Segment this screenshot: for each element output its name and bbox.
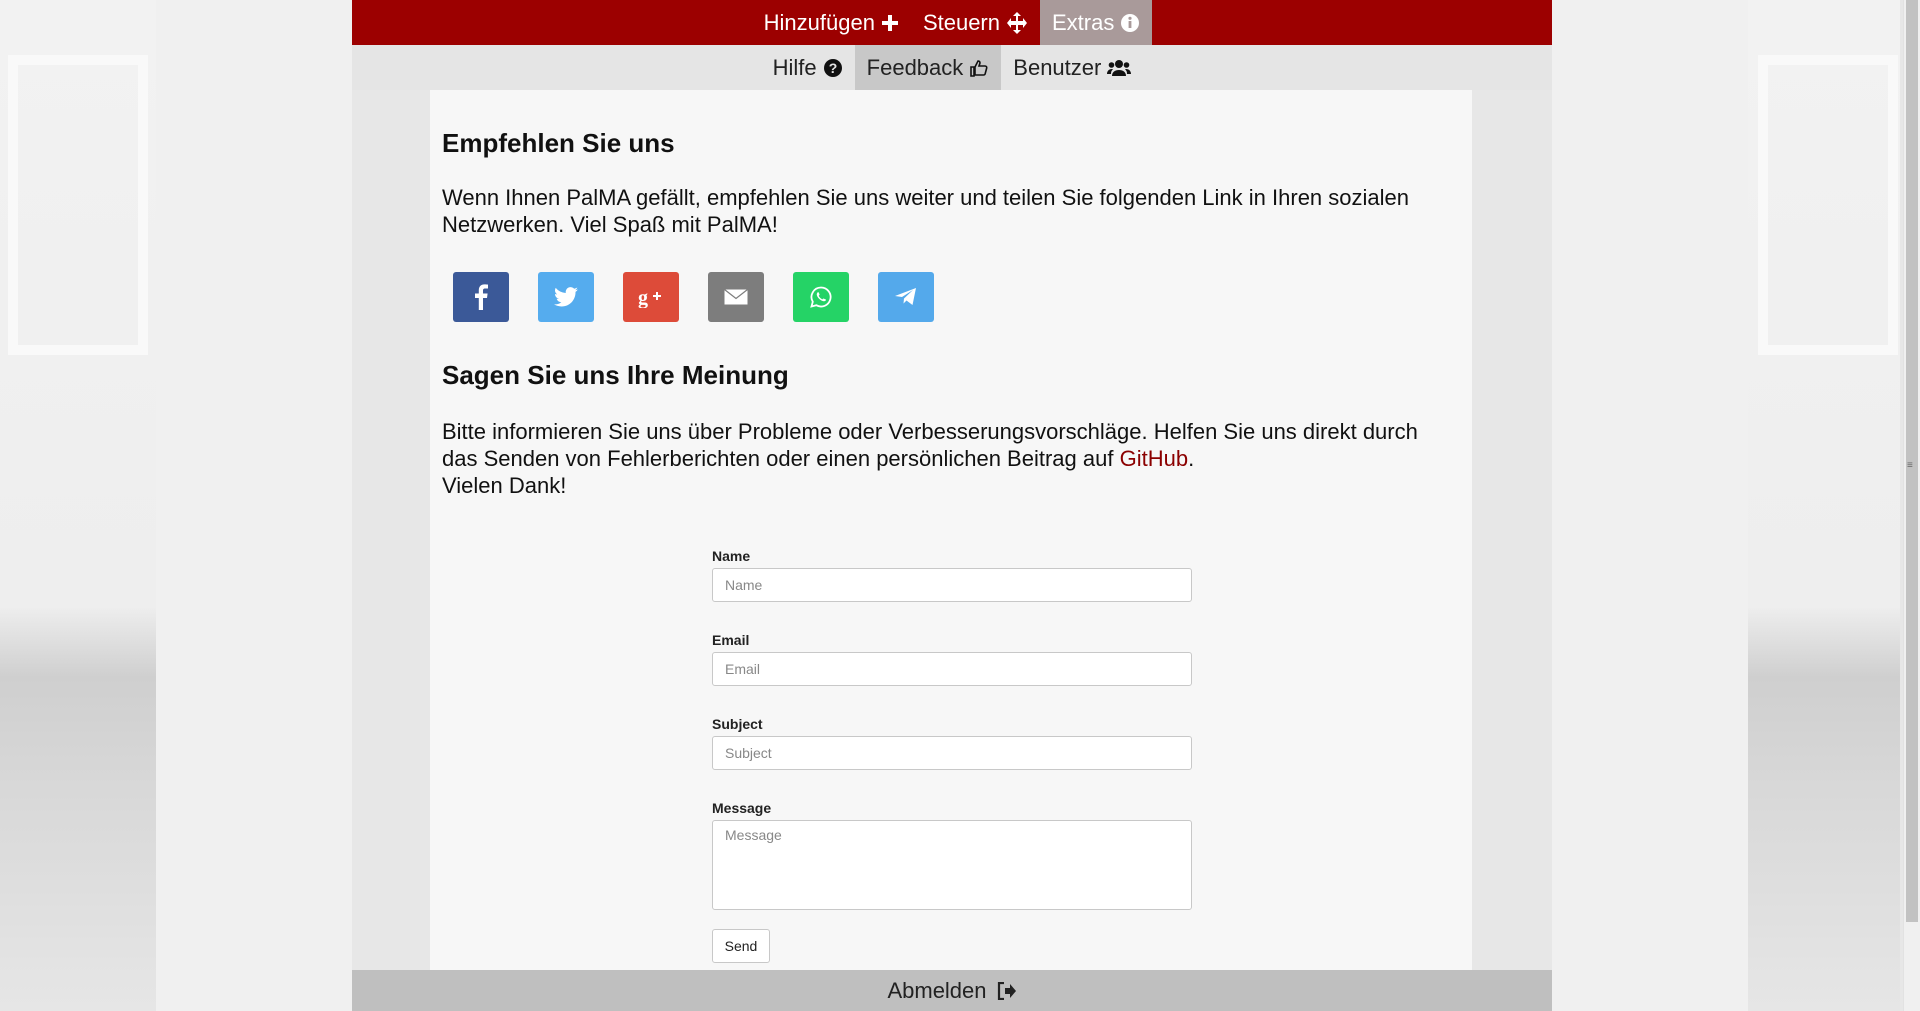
email-share-button[interactable] xyxy=(708,272,764,322)
message-textarea[interactable] xyxy=(712,820,1192,910)
nav-add-label: Hinzufügen xyxy=(763,9,875,35)
nav-extras[interactable]: Extras xyxy=(1040,0,1153,45)
top-nav: Hinzufügen Steuern Extras xyxy=(352,0,1552,45)
nav-feedback-label: Feedback xyxy=(866,54,964,80)
nav-users-label: Benutzer xyxy=(1013,54,1102,80)
google-plus-share-button[interactable]: g xyxy=(623,272,679,322)
nav-control-label: Steuern xyxy=(922,9,1000,35)
name-field-group: Name xyxy=(712,548,1192,602)
scrollbar-grip-icon: ≡ xyxy=(1907,460,1913,471)
telegram-share-button[interactable] xyxy=(878,272,934,322)
email-field-group: Email xyxy=(712,632,1192,686)
name-label: Name xyxy=(712,548,751,564)
nav-control[interactable]: Steuern xyxy=(911,0,1040,45)
message-label: Message xyxy=(712,800,772,816)
nav-help[interactable]: Hilfe ? xyxy=(761,45,855,90)
facebook-icon xyxy=(475,284,488,310)
opinion-text-end: . xyxy=(1188,446,1195,471)
name-input[interactable] xyxy=(712,568,1192,602)
logout-label: Abmelden xyxy=(887,977,987,1003)
nav-users[interactable]: Benutzer xyxy=(1001,45,1143,90)
main-content: Empfehlen Sie uns Wenn Ihnen PalMA gefäl… xyxy=(430,90,1472,970)
facebook-share-button[interactable] xyxy=(453,272,509,322)
svg-text:?: ? xyxy=(828,60,837,76)
twitter-share-button[interactable] xyxy=(538,272,594,322)
whatsapp-share-button[interactable] xyxy=(793,272,849,322)
svg-text:g: g xyxy=(638,287,648,308)
sign-out-icon xyxy=(997,981,1016,1000)
email-icon xyxy=(724,289,748,305)
github-link[interactable]: GitHub xyxy=(1120,446,1188,471)
page-gutter-right xyxy=(1552,0,1748,1011)
nav-add[interactable]: Hinzufügen xyxy=(752,0,911,45)
opinion-text-body: Bitte informieren Sie uns über Probleme … xyxy=(442,419,1418,471)
sub-nav: Hilfe ? Feedback Benutzer xyxy=(352,45,1552,90)
page-scrollbar[interactable]: ≡ xyxy=(1903,0,1920,1011)
opinion-thanks: Vielen Dank! xyxy=(442,473,567,498)
move-arrows-icon xyxy=(1007,11,1027,34)
message-field-group: Message xyxy=(712,800,1192,915)
subject-input[interactable] xyxy=(712,736,1192,770)
google-plus-icon: g xyxy=(638,287,661,308)
feedback-form: Name Email Subject Message Send xyxy=(712,548,1192,963)
subject-field-group: Subject xyxy=(712,716,1192,770)
email-label: Email xyxy=(712,632,750,648)
nav-feedback[interactable]: Feedback xyxy=(854,45,1002,90)
whatsapp-icon xyxy=(810,286,832,308)
logout-bar[interactable]: Abmelden xyxy=(352,970,1552,1011)
users-icon xyxy=(1107,59,1132,76)
opinion-heading: Sagen Sie uns Ihre Meinung xyxy=(442,360,789,390)
page-gutter-left xyxy=(156,0,352,1011)
recommend-text: Wenn Ihnen PalMA gefällt, empfehlen Sie … xyxy=(442,185,1409,237)
nav-help-label: Hilfe xyxy=(772,54,817,80)
twitter-icon xyxy=(554,287,578,307)
info-circle-icon xyxy=(1121,13,1140,32)
window-frame-left xyxy=(8,55,148,355)
nav-extras-label: Extras xyxy=(1052,9,1115,35)
subject-label: Subject xyxy=(712,716,763,732)
window-frame-right xyxy=(1758,55,1898,355)
send-button[interactable]: Send xyxy=(712,929,770,963)
telegram-icon xyxy=(895,288,916,305)
opinion-text: Bitte informieren Sie uns über Probleme … xyxy=(442,418,1452,499)
question-circle-icon: ? xyxy=(823,58,842,77)
recommend-heading: Empfehlen Sie uns xyxy=(442,128,675,158)
thumbs-up-icon xyxy=(970,59,988,77)
email-input[interactable] xyxy=(712,652,1192,686)
social-share-bar: g xyxy=(453,272,934,322)
plus-icon xyxy=(881,14,898,31)
